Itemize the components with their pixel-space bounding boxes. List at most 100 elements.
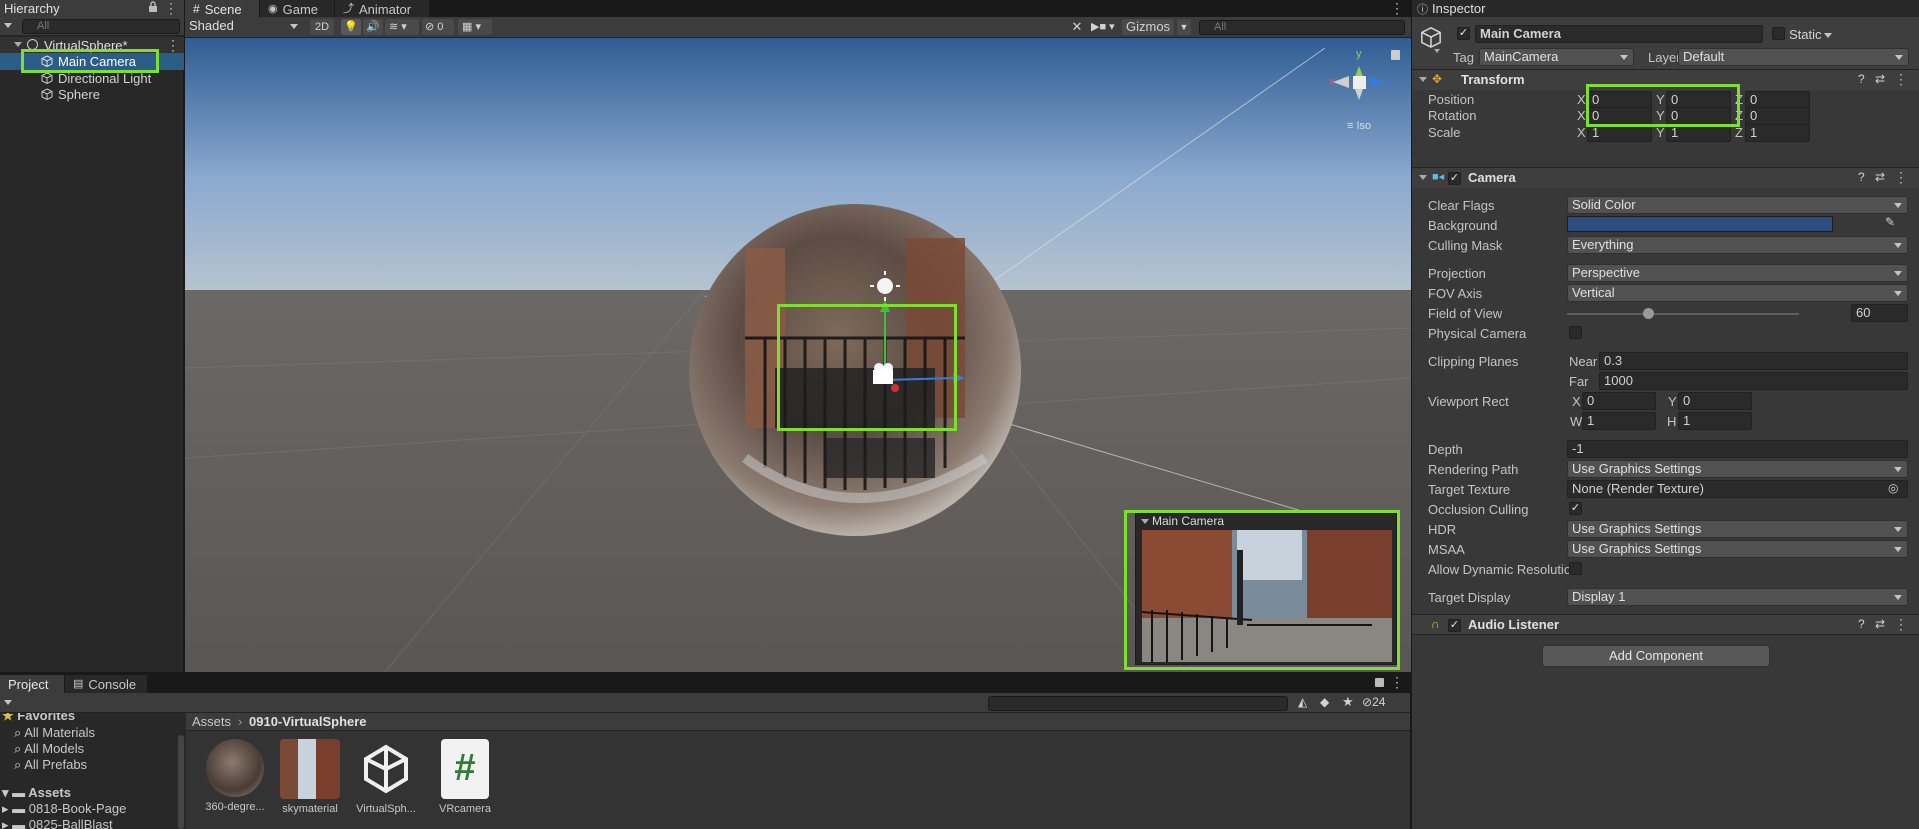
hidden-packages-toggle[interactable]: ⊘24	[1362, 695, 1385, 709]
asset-skymaterial[interactable]: skymaterial	[279, 739, 341, 815]
static-checkbox[interactable]	[1772, 27, 1785, 40]
hierarchy-tab[interactable]: Hierarchy ⋮	[0, 0, 184, 17]
fov-field[interactable]: 60	[1851, 304, 1908, 322]
scene-more-icon[interactable]: ⋮	[166, 38, 180, 52]
tab-project[interactable]: Project	[0, 675, 64, 693]
msaa-dropdown[interactable]: Use Graphics Settings	[1567, 540, 1908, 558]
rotation-z-field[interactable]: 0	[1745, 107, 1810, 125]
eyedropper-icon[interactable]: ✎	[1885, 215, 1895, 229]
depth-field[interactable]: -1	[1567, 440, 1908, 458]
search-by-type-icon[interactable]: ◭	[1298, 695, 1307, 709]
create-dropdown-icon[interactable]	[4, 23, 12, 28]
scale-z-field[interactable]: 1	[1745, 124, 1810, 142]
tab-animator[interactable]: ⤴ Animator	[335, 0, 429, 18]
scene-search-input[interactable]: All	[1199, 20, 1405, 35]
viewport-x-field[interactable]: 0	[1582, 392, 1656, 410]
shading-mode-dropdown[interactable]: Shaded	[185, 18, 303, 36]
layer-dropdown[interactable]: Default	[1678, 48, 1909, 66]
scene-viewport[interactable]: y x z ≡ Iso Main Camera	[185, 38, 1411, 672]
occlusion-culling-checkbox[interactable]: ✓	[1569, 502, 1582, 515]
toggle-2d-button[interactable]: 2D	[310, 19, 334, 35]
camera-enabled-checkbox[interactable]: ✓	[1448, 172, 1461, 185]
object-picker-icon[interactable]: ◎	[1888, 481, 1898, 495]
hierarchy-item-sphere[interactable]: Sphere	[0, 86, 184, 102]
orientation-gizmo[interactable]: y x z ≡ Iso	[1325, 48, 1395, 138]
foldout-arrow-icon[interactable]	[1419, 77, 1427, 82]
presets-icon[interactable]: ⇄	[1875, 170, 1885, 184]
asset-360-sphere[interactable]: 360-degre...	[204, 739, 266, 813]
hdr-dropdown[interactable]: Use Graphics Settings	[1567, 520, 1908, 538]
viewport-w-field[interactable]: 1	[1582, 412, 1656, 430]
gizmos-menu-arrow-icon[interactable]: ▼	[1177, 19, 1191, 35]
near-field[interactable]: 0.3	[1599, 352, 1908, 370]
presets-icon[interactable]: ⇄	[1875, 617, 1885, 631]
projection-dropdown[interactable]: Perspective	[1567, 264, 1908, 282]
lighting-toggle-icon[interactable]: 💡	[341, 19, 361, 35]
component-menu-icon[interactable]: ⋮	[1894, 617, 1908, 631]
scene-more-menu-icon[interactable]: ⋮	[1390, 1, 1404, 15]
fov-slider[interactable]	[1567, 308, 1799, 320]
dynamic-resolution-checkbox[interactable]	[1569, 562, 1582, 575]
camera-header[interactable]: ■◂ ✓ Camera ? ⇄ ⋮	[1412, 167, 1919, 188]
rendering-path-dropdown[interactable]: Use Graphics Settings	[1567, 460, 1908, 478]
projection-label[interactable]: ≡ Iso	[1347, 120, 1371, 132]
project-lock-icon[interactable]	[1375, 678, 1384, 687]
assets-root[interactable]: ▾ ▬ Assets	[2, 785, 71, 801]
audio-listener-checkbox[interactable]: ✓	[1448, 619, 1461, 632]
create-dropdown-icon[interactable]	[4, 700, 12, 705]
lock-icon[interactable]	[148, 1, 158, 13]
menu-arrow-icon[interactable]	[1434, 49, 1440, 53]
tree-scrollbar[interactable]	[178, 735, 184, 829]
folder-ball-blast[interactable]: ▸ ▬ 0825-BallBlast	[2, 817, 113, 829]
project-search-input[interactable]	[988, 696, 1288, 711]
favorite-all-materials[interactable]: ⌕ All Materials	[14, 725, 95, 741]
tab-game[interactable]: ◉ Game	[260, 0, 334, 18]
more-menu-icon[interactable]: ⋮	[164, 1, 178, 15]
gizmo-lock-icon[interactable]	[1391, 50, 1400, 60]
component-menu-icon[interactable]: ⋮	[1894, 170, 1908, 184]
viewport-h-field[interactable]: 1	[1678, 412, 1752, 430]
fov-slider-thumb[interactable]	[1643, 308, 1655, 319]
breadcrumb-assets[interactable]: Assets	[192, 714, 231, 729]
tab-console[interactable]: ▤ Console	[65, 675, 147, 693]
help-icon[interactable]: ?	[1858, 617, 1865, 631]
help-icon[interactable]: ?	[1858, 72, 1865, 86]
effects-toggle-icon[interactable]: ≋ ▾	[385, 19, 419, 35]
favorite-all-prefabs[interactable]: ⌕ All Prefabs	[14, 757, 87, 773]
inspector-tab[interactable]: ⓘ Inspector	[1412, 0, 1919, 17]
background-color-swatch[interactable]	[1567, 216, 1833, 232]
tag-dropdown[interactable]: MainCamera	[1479, 48, 1634, 66]
audio-toggle-icon[interactable]: 🔊	[363, 19, 383, 35]
asset-vrcamera-script[interactable]: # VRcamera	[434, 739, 496, 815]
hidden-objects-toggle[interactable]: ⊘ 0	[422, 19, 454, 35]
gizmos-dropdown[interactable]: Gizmos	[1122, 19, 1174, 35]
folder-book-page[interactable]: ▸ ▬ 0818-Book-Page	[2, 801, 126, 817]
help-icon[interactable]: ?	[1858, 170, 1865, 184]
target-texture-field[interactable]: None (Render Texture)	[1567, 480, 1908, 498]
foldout-arrow-icon[interactable]	[1419, 175, 1427, 180]
asset-virtualsphere-scene[interactable]: VirtualSph...	[355, 739, 417, 815]
camera-settings-icon[interactable]: ▶■ ▾	[1091, 19, 1117, 35]
clear-flags-dropdown[interactable]: Solid Color	[1567, 196, 1908, 214]
target-display-dropdown[interactable]: Display 1	[1567, 588, 1908, 606]
far-field[interactable]: 1000	[1599, 372, 1908, 390]
presets-icon[interactable]: ⇄	[1875, 72, 1885, 86]
project-more-icon[interactable]: ⋮	[1390, 675, 1404, 689]
object-name-field[interactable]: Main Camera	[1475, 25, 1763, 43]
favorites-label[interactable]: ★ Favorites	[2, 713, 75, 724]
viewport-y-field[interactable]: 0	[1678, 392, 1752, 410]
grid-snap-icon[interactable]: ▦ ▾	[458, 19, 492, 35]
fov-axis-dropdown[interactable]: Vertical	[1567, 284, 1908, 302]
tab-scene[interactable]: # Scene	[185, 0, 259, 18]
expand-arrow-icon[interactable]	[14, 42, 22, 47]
physical-camera-checkbox[interactable]	[1569, 326, 1582, 339]
favorite-star-icon[interactable]: ★	[1342, 694, 1354, 710]
search-by-label-icon[interactable]: ◆	[1320, 695, 1329, 709]
active-checkbox[interactable]: ✓	[1457, 27, 1470, 40]
static-dropdown-icon[interactable]	[1824, 33, 1832, 38]
tools-icon[interactable]: ✕	[1067, 19, 1087, 35]
favorite-all-models[interactable]: ⌕ All Models	[14, 741, 84, 757]
add-component-button[interactable]: Add Component	[1542, 645, 1770, 667]
breadcrumb-current[interactable]: 0910-VirtualSphere	[249, 714, 367, 729]
component-menu-icon[interactable]: ⋮	[1894, 72, 1908, 86]
